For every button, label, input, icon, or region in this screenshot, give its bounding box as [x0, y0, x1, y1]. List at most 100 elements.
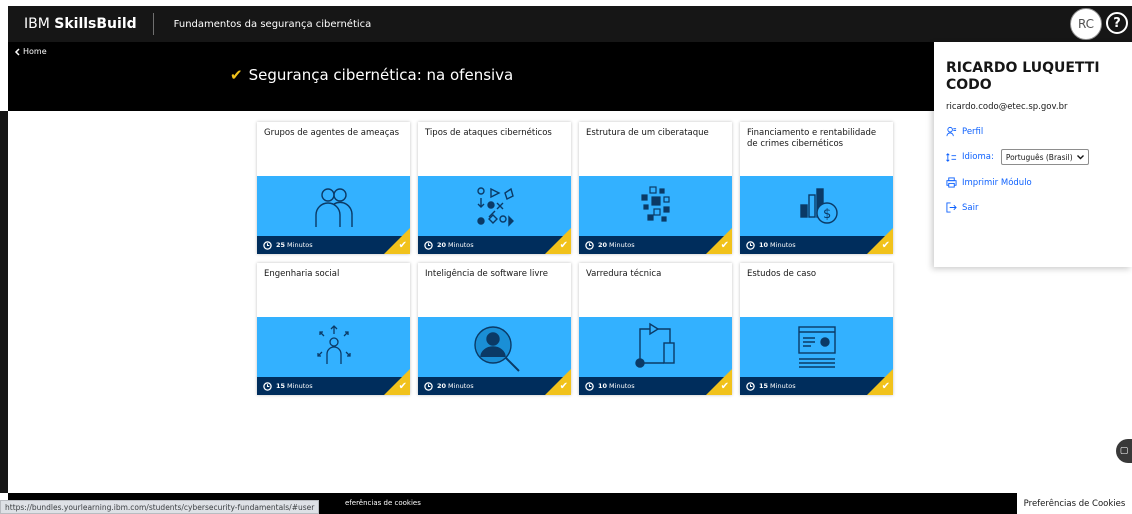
- module-title: ✔ Segurança cibernética: na ofensiva: [230, 66, 513, 84]
- duration: 20 Minutos: [598, 241, 635, 249]
- card-title: Estrutura de um ciberataque: [586, 128, 709, 138]
- activity-card[interactable]: Tipos de ataques cibernéticos 20 Minutos …: [418, 122, 571, 254]
- language-label: Idioma:: [962, 152, 994, 162]
- activity-card[interactable]: Varredura técnica 10 Minutos ✔: [579, 263, 732, 395]
- checkmark-icon: ✔: [398, 381, 407, 392]
- duration-unit: Minutos: [770, 382, 796, 390]
- card-title: Inteligência de software livre: [425, 269, 548, 279]
- chevron-left-icon: [14, 47, 20, 56]
- card-title: Tipos de ataques cibernéticos: [425, 128, 552, 138]
- activity-card[interactable]: Estrutura de um ciberataque 20 Minutos ✔: [579, 122, 732, 254]
- card-illustration: [579, 317, 732, 377]
- duration-number: 10: [759, 241, 769, 249]
- clock-icon: [424, 240, 433, 250]
- logout-icon: [946, 202, 957, 213]
- duration: 15 Minutos: [276, 382, 313, 390]
- activity-card[interactable]: Financiamento e rentabilidade de crimes …: [740, 122, 893, 254]
- money-chart-icon: $: [799, 188, 838, 224]
- clock-icon: [585, 381, 594, 391]
- browser-status-url: https://bundles.yourlearning.ibm.com/stu…: [0, 500, 320, 514]
- duration-unit: Minutos: [448, 241, 474, 249]
- print-module-label: Imprimir Módulo: [962, 177, 1032, 188]
- duration: 20 Minutos: [437, 382, 474, 390]
- activity-card[interactable]: Grupos de agentes de ameaças 25 Minutos ✔: [257, 122, 410, 254]
- profile-label: Perfil: [962, 126, 984, 137]
- chat-icon[interactable]: ▢: [1116, 439, 1132, 463]
- duration: 25 Minutos: [276, 241, 313, 249]
- clock-icon: [746, 240, 755, 250]
- course-name[interactable]: Fundamentos da segurança cibernética: [154, 19, 372, 30]
- home-label: Home: [23, 47, 47, 56]
- duration-number: 25: [276, 241, 286, 249]
- duration-number: 20: [437, 241, 447, 249]
- logout-link[interactable]: Sair: [946, 202, 1132, 213]
- user-avatar[interactable]: RC: [1070, 8, 1102, 40]
- help-icon[interactable]: ?: [1106, 12, 1128, 34]
- document-browser-icon: [797, 326, 836, 368]
- duration: 15 Minutos: [759, 382, 796, 390]
- logout-label: Sair: [962, 202, 979, 213]
- duration-number: 20: [598, 241, 608, 249]
- clock-icon: [585, 240, 594, 250]
- brand-logo[interactable]: IBM SkillsBuild: [8, 16, 153, 32]
- completed-check-icon: ✔: [230, 66, 243, 84]
- card-illustration: [740, 317, 893, 377]
- shapes-scatter-icon: [476, 187, 514, 227]
- card-title: Varredura técnica: [586, 269, 662, 279]
- top-header: IBM SkillsBuild Fundamentos da segurança…: [8, 6, 1132, 42]
- checkmark-icon: ✔: [881, 381, 890, 392]
- card-illustration: [579, 176, 732, 236]
- activity-card[interactable]: Inteligência de software livre 20 Minutos…: [418, 263, 571, 395]
- language-selected-value: Português (Brasil): [1005, 152, 1073, 162]
- clock-icon: [263, 381, 272, 391]
- duration: 20 Minutos: [437, 241, 474, 249]
- duration-number: 15: [759, 382, 769, 390]
- duration-number: 15: [276, 382, 286, 390]
- checkmark-icon: ✔: [720, 240, 729, 251]
- people-group-icon: [314, 188, 353, 227]
- brand-ibm: IBM: [24, 16, 50, 32]
- activity-card[interactable]: Estudos de caso 15 Minutos ✔: [740, 263, 893, 395]
- clock-icon: [263, 240, 272, 250]
- duration: 10 Minutos: [759, 241, 796, 249]
- checkmark-icon: ✔: [559, 381, 568, 392]
- blocks-scatter-icon: [640, 186, 670, 222]
- card-illustration: [418, 317, 571, 377]
- user-email: ricardo.codo@etec.sp.gov.br: [946, 102, 1068, 112]
- duration-unit: Minutos: [609, 382, 635, 390]
- checkmark-icon: ✔: [559, 240, 568, 251]
- chevron-down-icon: [1076, 154, 1084, 159]
- home-link[interactable]: Home: [14, 47, 47, 56]
- duration: 10 Minutos: [598, 382, 635, 390]
- cookie-preferences-link[interactable]: eferências de cookies: [345, 499, 421, 507]
- card-title: Estudos de caso: [747, 269, 817, 279]
- checkmark-icon: ✔: [881, 240, 890, 251]
- duration-unit: Minutos: [448, 382, 474, 390]
- card-illustration: $: [740, 176, 893, 236]
- clock-icon: [424, 381, 433, 391]
- profile-link[interactable]: Perfil: [946, 126, 1132, 137]
- duration-unit: Minutos: [287, 382, 313, 390]
- card-title: Engenharia social: [264, 269, 340, 279]
- language-icon: [946, 152, 957, 162]
- duration-unit: Minutos: [609, 241, 635, 249]
- duration-unit: Minutos: [287, 241, 313, 249]
- checkmark-icon: ✔: [398, 240, 407, 251]
- cookie-preferences-button[interactable]: Preferências de Cookies: [1017, 493, 1132, 514]
- svg-text:$: $: [823, 207, 831, 222]
- printer-icon: [946, 177, 957, 188]
- duration-unit: Minutos: [770, 241, 796, 249]
- clock-icon: [746, 381, 755, 391]
- activity-card[interactable]: Engenharia social 15 Minutos ✔: [257, 263, 410, 395]
- user-profile-icon: [946, 126, 957, 137]
- language-select[interactable]: Português (Brasil): [1000, 149, 1089, 165]
- duration-number: 20: [437, 382, 447, 390]
- card-title: Grupos de agentes de ameaças: [264, 128, 399, 138]
- activity-grid: Grupos de agentes de ameaças 25 Minutos ✔: [257, 122, 893, 395]
- person-search-icon: [473, 326, 520, 372]
- module-title-text: Segurança cibernética: na ofensiva: [248, 66, 514, 84]
- app-frame: IBM SkillsBuild Fundamentos da segurança…: [0, 0, 1132, 514]
- print-module-link[interactable]: Imprimir Módulo: [946, 177, 1132, 188]
- user-name: RICARDO LUQUETTI CODO: [946, 60, 1100, 93]
- person-arrows-icon: [316, 325, 351, 364]
